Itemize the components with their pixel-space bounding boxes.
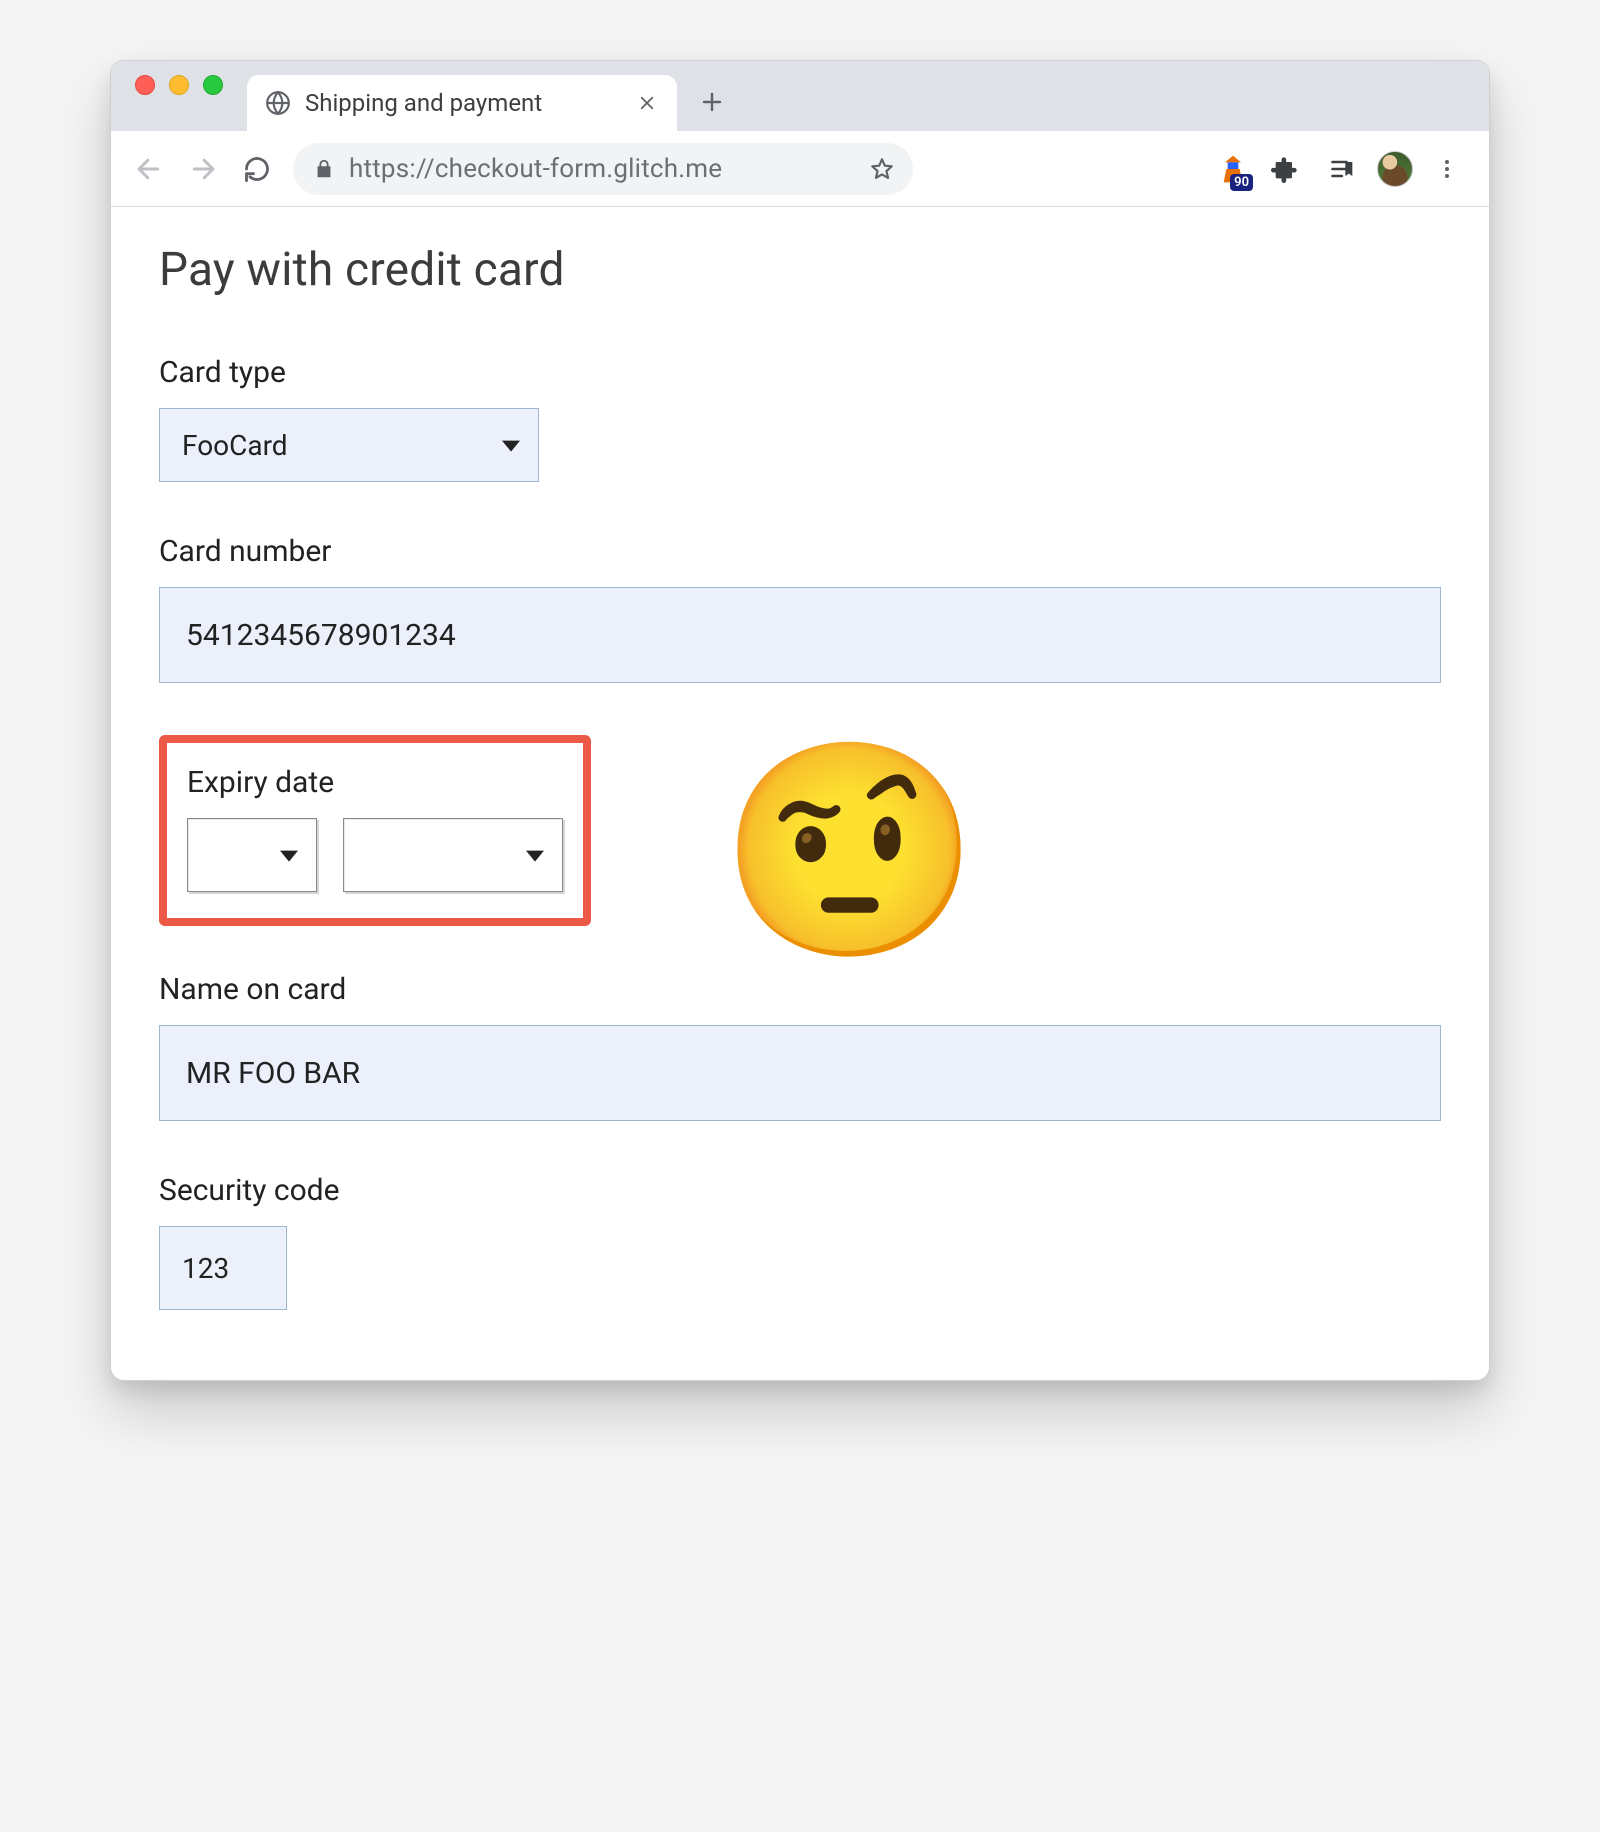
globe-icon (265, 90, 291, 116)
card-type-value: FooCard (182, 429, 288, 462)
lock-icon (313, 158, 335, 180)
expiry-label: Expiry date (187, 765, 563, 800)
card-type-field: Card type FooCard (159, 355, 1441, 482)
bookmark-star-icon[interactable] (869, 156, 895, 182)
expiry-highlight-box: Expiry date (159, 735, 591, 926)
page-content: Pay with credit card Card type FooCard C… (111, 207, 1489, 1380)
reading-list-icon[interactable] (1319, 145, 1367, 193)
tab-title: Shipping and payment (305, 89, 542, 117)
security-code-field: Security code 123 (159, 1173, 1441, 1310)
expiry-year-select[interactable] (343, 818, 563, 892)
browser-toolbar: https://checkout-form.glitch.me 90 (111, 131, 1489, 207)
reload-button[interactable] (233, 145, 281, 193)
expiry-field: Expiry date 🤨 (159, 735, 1441, 938)
name-on-card-label: Name on card (159, 972, 1441, 1007)
raised-eyebrow-emoji: 🤨 (719, 747, 980, 957)
name-on-card-field: Name on card MR FOO BAR (159, 972, 1441, 1121)
browser-window: Shipping and payment (110, 60, 1490, 1381)
browser-tab[interactable]: Shipping and payment (247, 75, 677, 131)
lighthouse-extension-icon[interactable]: 90 (1215, 151, 1251, 187)
window-controls (135, 61, 223, 131)
card-number-label: Card number (159, 534, 1441, 569)
window-zoom-button[interactable] (203, 75, 223, 95)
new-tab-button[interactable] (689, 79, 735, 125)
security-code-label: Security code (159, 1173, 1441, 1208)
tab-strip: Shipping and payment (111, 61, 1489, 131)
name-on-card-value: MR FOO BAR (186, 1056, 360, 1091)
window-close-button[interactable] (135, 75, 155, 95)
tab-close-button[interactable] (635, 91, 659, 115)
address-bar[interactable]: https://checkout-form.glitch.me (293, 143, 913, 195)
chrome-menu-button[interactable] (1423, 145, 1471, 193)
forward-button[interactable] (179, 145, 227, 193)
page-heading: Pay with credit card (159, 243, 1441, 297)
expiry-month-select[interactable] (187, 818, 317, 892)
card-type-label: Card type (159, 355, 1441, 390)
profile-avatar[interactable] (1377, 151, 1413, 187)
card-number-value: 5412345678901234 (186, 618, 456, 653)
window-minimize-button[interactable] (169, 75, 189, 95)
card-type-select[interactable]: FooCard (159, 408, 539, 482)
extensions-puzzle-icon[interactable] (1261, 145, 1309, 193)
toolbar-extensions: 90 (1215, 145, 1471, 193)
card-number-field: Card number 5412345678901234 (159, 534, 1441, 683)
security-code-value: 123 (182, 1252, 229, 1285)
name-on-card-input[interactable]: MR FOO BAR (159, 1025, 1441, 1121)
back-button[interactable] (125, 145, 173, 193)
lighthouse-score-badge: 90 (1230, 174, 1253, 191)
url-text: https://checkout-form.glitch.me (349, 154, 722, 184)
card-number-input[interactable]: 5412345678901234 (159, 587, 1441, 683)
security-code-input[interactable]: 123 (159, 1226, 287, 1310)
